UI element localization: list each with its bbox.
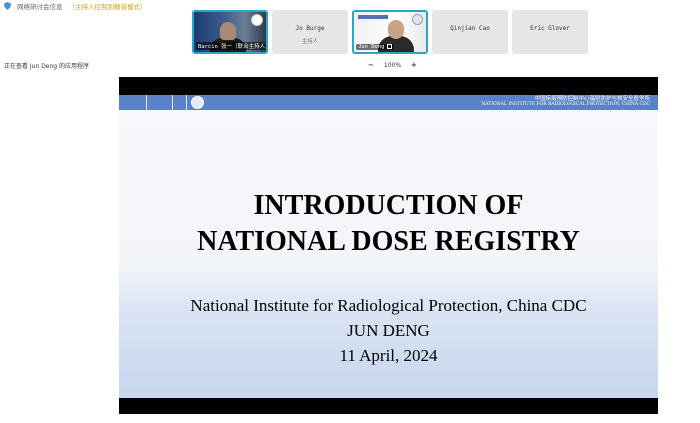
host-mode-label: （主持人控制到静音模式） — [68, 3, 147, 11]
meeting-info-link[interactable]: 网络研讨会信息 — [17, 1, 63, 11]
participant-name: Qinjian Cao — [450, 25, 490, 32]
banner-segment — [119, 95, 147, 110]
zoom-out-button[interactable]: − — [368, 61, 374, 69]
screen-share-icon — [386, 44, 392, 49]
participant-name-tag: Jun Deng — [356, 44, 394, 50]
zoom-level: 100% — [383, 61, 402, 69]
participant-tile[interactable]: Barcin 张一（联合主持人） — [192, 10, 268, 54]
meeting-info-bar: 网络研讨会信息 （主持人控制到静音模式） — [4, 0, 147, 12]
participant-role: 主持人 — [301, 39, 319, 45]
speaker-indicator-icon — [251, 14, 263, 26]
participant-name: Jo Burge — [295, 25, 325, 32]
zoom-in-button[interactable]: + — [411, 61, 417, 69]
participant-strip: Barcin 张一（联合主持人） Jo Burge 主持人 Jun Deng Q… — [192, 10, 588, 54]
logo-icon — [412, 14, 423, 25]
participant-face — [388, 20, 404, 39]
participant-name: Eric Glover — [530, 25, 570, 32]
participant-tile[interactable]: Qinjian Cao — [432, 10, 508, 54]
zoom-controls: − 100% + — [368, 61, 417, 69]
shield-icon — [4, 2, 11, 10]
participant-tile[interactable]: Jo Burge 主持人 — [272, 10, 348, 54]
institute-label: 中国疾病预防控制中心辐射防护与核安全医学所 NATIONAL INSTITUTE… — [481, 96, 650, 108]
slide-organization: National Institute for Radiological Prot… — [190, 296, 587, 315]
slide-title-line2: NATIONAL DOSE REGISTRY — [197, 226, 580, 257]
slide-title-line1: INTRODUCTION OF — [253, 190, 524, 221]
institute-name-en: NATIONAL INSTITUTE FOR RADIOLOGICAL PROT… — [481, 102, 650, 107]
presentation-slide: 中国疾病预防控制中心辐射防护与核安全医学所 NATIONAL INSTITUTE… — [119, 95, 658, 398]
banner-segment — [173, 95, 187, 110]
background-banner — [358, 15, 388, 19]
banner-segment — [147, 95, 173, 110]
slide-date: 11 April, 2024 — [339, 346, 438, 365]
participant-tile[interactable]: Jun Deng — [352, 10, 428, 54]
slide-title: INTRODUCTION OF NATIONAL DOSE REGISTRY — [119, 188, 658, 260]
cdc-logo-icon — [191, 96, 204, 109]
participant-name: Barcin 张一（联合主持人） — [196, 42, 266, 50]
participant-tile[interactable]: Eric Glover — [512, 10, 588, 54]
participant-name: Jun Deng — [358, 44, 385, 50]
shared-screen[interactable]: 中国疾病预防控制中心辐射防护与核安全医学所 NATIONAL INSTITUTE… — [119, 77, 658, 414]
participant-face — [220, 22, 236, 40]
viewing-status: 正在查看 Jun Deng 的应用程序 — [4, 63, 90, 70]
slide-banner: 中国疾病预防控制中心辐射防护与核安全医学所 NATIONAL INSTITUTE… — [119, 95, 658, 110]
slide-author: JUN DENG — [347, 321, 430, 340]
